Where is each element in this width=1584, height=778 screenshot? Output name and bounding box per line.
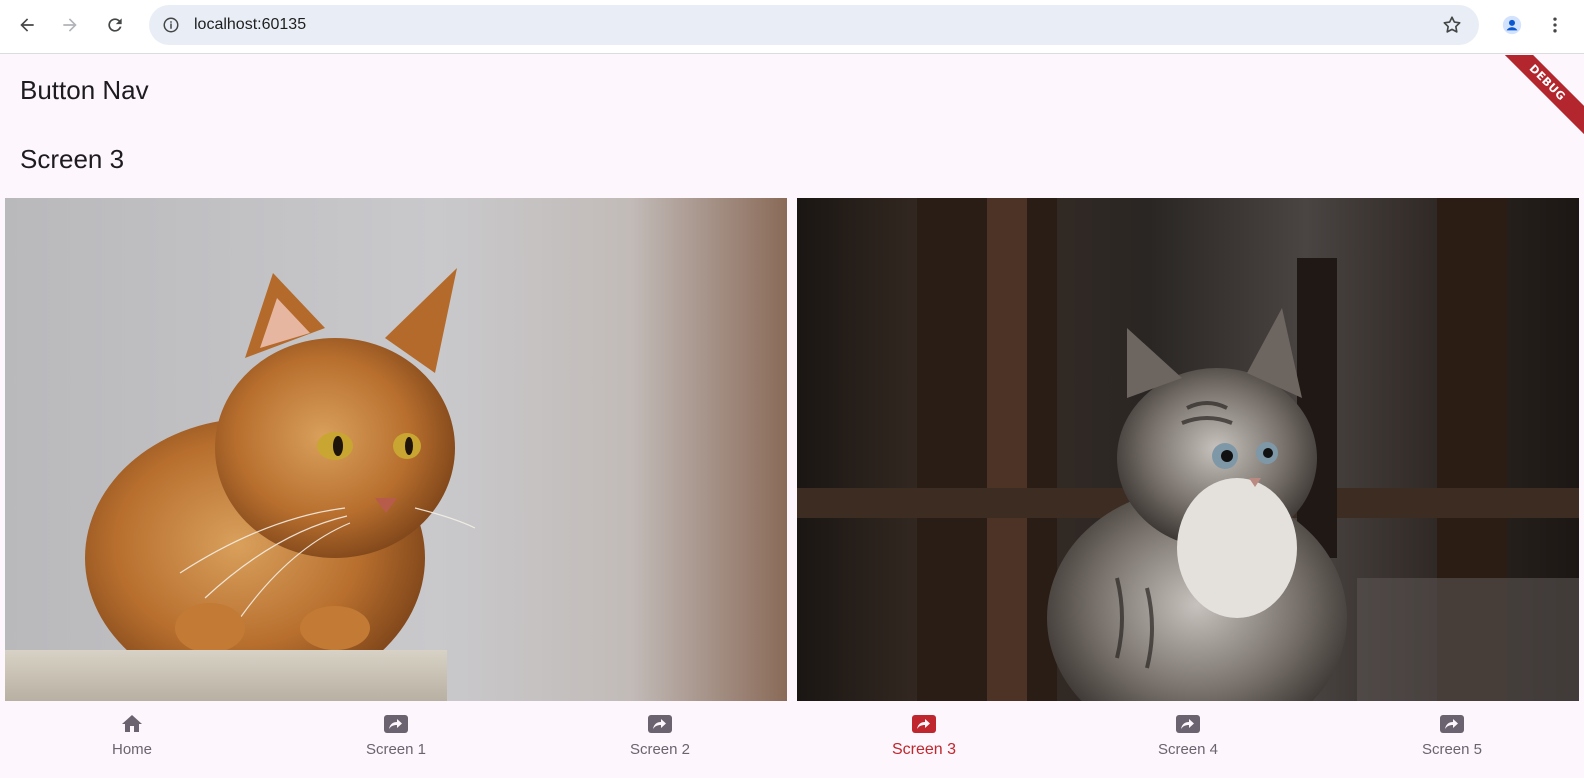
address-bar[interactable]: localhost:60135 xyxy=(149,5,1479,45)
nav-label: Screen 4 xyxy=(1157,741,1219,758)
browser-toolbar: localhost:60135 xyxy=(0,0,1584,54)
nav-item-screen-3[interactable]: Screen 3 xyxy=(792,701,1056,778)
orange-cat-illustration xyxy=(5,268,476,701)
forward-button[interactable] xyxy=(52,7,88,43)
nav-label: Screen 3 xyxy=(891,741,957,758)
reload-button[interactable] xyxy=(97,7,133,43)
bottom-navigation-bar: Home Screen 1 Screen 2 Screen 3 Screen 4… xyxy=(0,701,1584,778)
profile-button[interactable] xyxy=(1494,7,1530,43)
app-bar-title: Button Nav xyxy=(20,75,149,105)
arrow-left-icon xyxy=(20,18,34,32)
nav-label: Screen 1 xyxy=(365,741,427,758)
share-icon xyxy=(911,712,937,736)
debug-banner: DEBUG xyxy=(1486,55,1584,144)
home-icon xyxy=(119,712,145,736)
share-icon xyxy=(1439,712,1465,736)
nav-label: Home xyxy=(111,741,152,758)
url-text[interactable]: localhost:60135 xyxy=(194,16,306,34)
back-button[interactable] xyxy=(9,7,45,43)
reload-icon xyxy=(108,18,122,32)
account-icon xyxy=(1502,15,1522,35)
nav-item-home[interactable]: Home xyxy=(0,701,264,778)
kitten-illustration xyxy=(797,198,1579,701)
menu-button[interactable] xyxy=(1537,7,1573,43)
share-icon xyxy=(647,712,673,736)
share-icon xyxy=(1175,712,1201,736)
more-vert-icon xyxy=(1553,17,1557,33)
nav-item-screen-5[interactable]: Screen 5 xyxy=(1320,701,1584,778)
nav-item-screen-2[interactable]: Screen 2 xyxy=(528,701,792,778)
info-icon[interactable] xyxy=(161,15,181,35)
nav-item-screen-4[interactable]: Screen 4 xyxy=(1056,701,1320,778)
kitten-image xyxy=(797,198,1579,701)
share-icon xyxy=(383,712,409,736)
nav-label: Screen 2 xyxy=(629,741,691,758)
orange-cat-image xyxy=(5,198,787,701)
arrow-right-icon xyxy=(63,18,77,32)
nav-item-screen-1[interactable]: Screen 1 xyxy=(264,701,528,778)
app-viewport: Button Nav DEBUG Screen 3 xyxy=(0,55,1584,778)
screen-title: Screen 3 xyxy=(20,144,125,174)
nav-label: Screen 5 xyxy=(1421,741,1483,758)
star-icon[interactable] xyxy=(1441,14,1463,36)
